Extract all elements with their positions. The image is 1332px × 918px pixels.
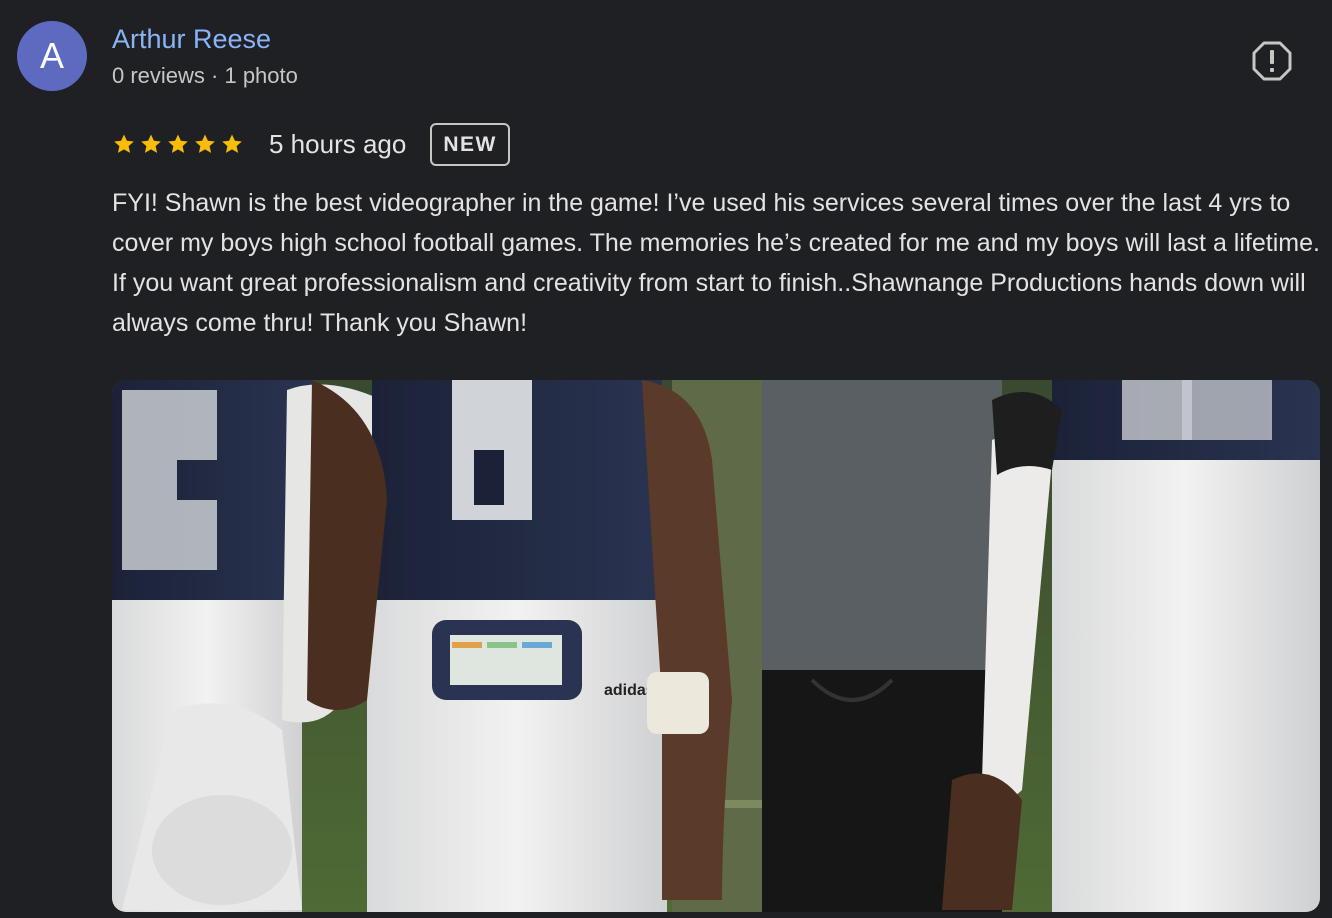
rating-row: 5 hours ago NEW <box>112 120 510 168</box>
star-icon <box>141 134 161 153</box>
avatar[interactable]: A <box>17 21 87 91</box>
author-name-link[interactable]: Arthur Reese <box>112 24 271 55</box>
report-button[interactable] <box>1251 40 1293 82</box>
new-badge: NEW <box>430 122 510 166</box>
review-text: FYI! Shawn is the best videographer in t… <box>112 189 1320 337</box>
review-card: A Arthur Reese 0 reviews · 1 photo 5 hou… <box>0 0 1332 918</box>
author-meta: 0 reviews · 1 photo <box>112 63 298 88</box>
report-icon <box>1252 41 1292 81</box>
star-rating <box>112 132 244 156</box>
football-players-photo: adidas <box>112 380 1320 912</box>
star-icon <box>114 134 134 153</box>
star-icon <box>222 134 242 153</box>
star-icon <box>168 134 188 153</box>
review-photo[interactable]: adidas <box>112 380 1320 912</box>
review-time: 5 hours ago <box>269 128 407 159</box>
star-icon <box>195 134 215 153</box>
